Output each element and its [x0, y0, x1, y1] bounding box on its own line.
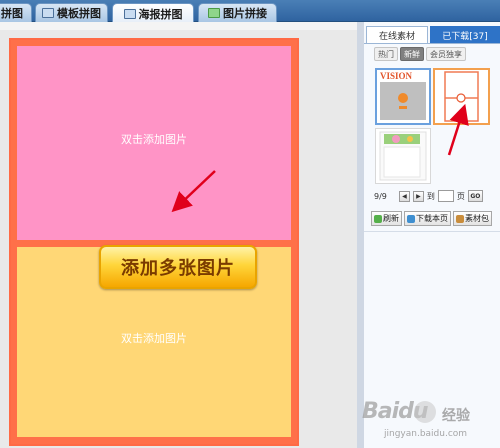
canvas-area: 双击添加图片 双击添加图片 YU 添加多张图片	[0, 22, 357, 448]
filter-vip-label: 会员独享	[430, 49, 462, 59]
tab-downloaded[interactable]: 已下载[37]	[430, 26, 500, 44]
template-thumbnail-2[interactable]	[433, 68, 490, 125]
add-multiple-images-label: 添加多张图片	[121, 258, 235, 279]
filter-vip[interactable]: 会员独享	[426, 47, 466, 61]
poster-canvas: 双击添加图片 双击添加图片 YU 添加多张图片	[9, 38, 299, 446]
material-package-button[interactable]: 素材包	[453, 211, 492, 226]
template-thumbnail-1[interactable]: VISION	[375, 68, 431, 125]
pager: 9/9 ◀ ▶ 到 页 GO	[374, 189, 483, 203]
next-arrow-icon: ▶	[416, 192, 421, 200]
template-preview-icon	[435, 70, 488, 123]
template-preview-icon	[376, 129, 430, 183]
goto-suffix: 页	[456, 191, 465, 201]
tab-online-material-label: 在线素材	[378, 32, 415, 42]
template-thumbnail-3[interactable]	[375, 128, 431, 184]
download-page-button[interactable]: 下载本页	[404, 211, 451, 226]
filter-popular[interactable]: 热门	[374, 47, 398, 61]
next-page-button[interactable]: ▶	[412, 190, 424, 202]
download-page-label: 下载本页	[416, 214, 448, 223]
tab-online-material[interactable]: 在线素材	[366, 26, 428, 44]
page-number-input[interactable]	[437, 190, 454, 202]
cell-hint-text: 双击添加图片	[121, 133, 187, 146]
watermark-cn: 经验	[442, 408, 470, 424]
panel-separator	[364, 231, 500, 232]
filter-popular-label: 热门	[378, 49, 394, 59]
panel-divider[interactable]	[357, 22, 364, 448]
package-icon	[456, 214, 464, 223]
material-filters: 热门 新鲜 会员独享	[374, 47, 466, 61]
filter-newest[interactable]: 新鲜	[400, 47, 424, 61]
tab-puzzle[interactable]: 拼图	[0, 3, 32, 22]
refresh-icon	[374, 214, 382, 223]
goto-prefix: 到	[426, 191, 435, 201]
tab-poster-puzzle-label: 海报拼图	[138, 7, 183, 21]
thumbnail-title: VISION	[380, 71, 413, 81]
top-tab-bar: 拼图 模板拼图 海报拼图 图片拼接	[0, 0, 500, 23]
download-icon	[407, 214, 415, 223]
baidu-jingyan-watermark: Baidu 经验 jingyan.baidu.com	[356, 399, 498, 447]
canvas-top-strip	[0, 22, 357, 30]
add-multiple-images-button[interactable]: 添加多张图片	[99, 245, 257, 289]
watermark-url: jingyan.baidu.com	[384, 429, 468, 439]
tab-puzzle-label: 拼图	[1, 7, 23, 20]
tab-poster-puzzle[interactable]: 海报拼图	[112, 3, 194, 23]
panel-tabs: 在线素材 已下载[37]	[364, 26, 500, 44]
tab-image-stitch-label: 图片拼接	[223, 7, 267, 20]
refresh-button[interactable]: 刷新	[371, 211, 402, 226]
prev-arrow-icon: ◀	[402, 192, 407, 200]
poster-cell-top[interactable]: 双击添加图片	[17, 46, 291, 240]
material-panel: 在线素材 已下载[37] 热门 新鲜 会员独享 VISION 9/9 ◀ ▶ 到…	[364, 22, 500, 448]
go-button[interactable]: GO	[467, 190, 483, 202]
panel-tabs-underline	[364, 43, 500, 44]
prev-page-button[interactable]: ◀	[398, 190, 410, 202]
refresh-label: 刷新	[383, 214, 399, 223]
paw-icon	[414, 401, 436, 423]
tab-image-stitch[interactable]: 图片拼接	[198, 3, 277, 22]
tab-downloaded-label: 已下载[37]	[442, 31, 488, 42]
page-status: 9/9	[374, 191, 387, 201]
panel-actions: 刷新 下载本页 素材包	[371, 211, 492, 226]
go-button-label: GO	[470, 192, 481, 200]
filter-newest-label: 新鲜	[404, 49, 420, 59]
picture-icon	[42, 8, 54, 18]
picture-icon	[208, 8, 220, 18]
material-package-label: 素材包	[465, 214, 489, 223]
tab-template-puzzle-label: 模板拼图	[57, 7, 101, 20]
cell-hint-text: 双击添加图片	[121, 332, 187, 345]
picture-icon	[123, 8, 136, 19]
tab-template-puzzle[interactable]: 模板拼图	[35, 3, 108, 22]
template-preview-icon: VISION	[377, 70, 429, 123]
